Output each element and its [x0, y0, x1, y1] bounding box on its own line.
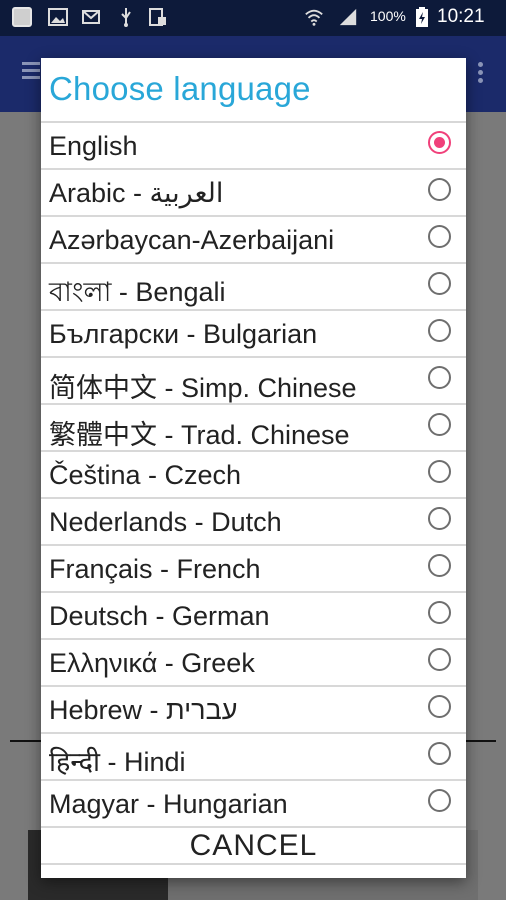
radio-unselected-icon[interactable]	[428, 695, 451, 718]
language-option[interactable]: Čeština - Czech	[41, 452, 466, 499]
radio-unselected-icon[interactable]	[428, 742, 451, 765]
radio-unselected-icon[interactable]	[428, 178, 451, 201]
language-option[interactable]: 简体中文 - Simp. Chinese	[41, 358, 466, 405]
language-list[interactable]: English Arabic - العربية Azərbaycan-Azerba…	[41, 123, 466, 863]
menu-icon[interactable]	[22, 62, 40, 79]
language-option[interactable]: Azərbaycan-Azerbaijani	[41, 217, 466, 264]
language-option[interactable]: Arabic - العربية	[41, 170, 466, 217]
language-option[interactable]: Deutsch - German	[41, 593, 466, 640]
language-option[interactable]: Nederlands - Dutch	[41, 499, 466, 546]
language-option[interactable]: বাংলা - Bengali	[41, 264, 466, 311]
language-label: Čeština - Czech	[49, 460, 242, 490]
language-label: Nederlands - Dutch	[49, 507, 282, 537]
radio-unselected-icon[interactable]	[428, 601, 451, 624]
radio-unselected-icon[interactable]	[428, 460, 451, 483]
radio-unselected-icon[interactable]	[428, 272, 451, 295]
language-label: English	[49, 131, 138, 161]
status-bar: 100% 10:21	[0, 0, 506, 36]
language-label: 简体中文 - Simp. Chinese	[49, 373, 357, 403]
battery-percentage: 100%	[370, 8, 406, 24]
signal-icon	[338, 7, 358, 27]
radio-unselected-icon[interactable]	[428, 366, 451, 389]
mail-icon	[82, 7, 102, 27]
radio-unselected-icon[interactable]	[428, 413, 451, 436]
radio-unselected-icon[interactable]	[428, 225, 451, 248]
language-label: हिन्दी - Hindi	[49, 747, 186, 777]
battery-icon	[412, 7, 432, 27]
overflow-menu-icon[interactable]	[478, 62, 484, 86]
radio-unselected-icon[interactable]	[428, 507, 451, 530]
radio-unselected-icon[interactable]	[428, 648, 451, 671]
language-label: Français - French	[49, 554, 261, 584]
wifi-icon	[304, 7, 324, 27]
language-label: Ελληνικά - Greek	[49, 648, 255, 678]
radio-selected-icon[interactable]	[428, 131, 451, 154]
language-option[interactable]: Български - Bulgarian	[41, 311, 466, 358]
language-label: Hebrew - עברית	[49, 695, 238, 725]
language-label: Български - Bulgarian	[49, 319, 318, 349]
radio-unselected-icon[interactable]	[428, 554, 451, 577]
language-label: Azərbaycan-Azerbaijani	[49, 225, 335, 255]
radio-unselected-icon[interactable]	[428, 789, 451, 812]
language-label: Deutsch - German	[49, 601, 270, 631]
language-option[interactable]: Ελληνικά - Greek	[41, 640, 466, 687]
app-icon	[12, 7, 32, 27]
language-option[interactable]: हिन्दी - Hindi	[41, 734, 466, 781]
language-option[interactable]: Français - French	[41, 546, 466, 593]
dialog-title: Choose language	[49, 70, 311, 107]
language-label: 繁體中文 - Trad. Chinese	[49, 420, 350, 450]
radio-unselected-icon[interactable]	[428, 319, 451, 342]
clock: 10:21	[437, 6, 485, 27]
language-label: Arabic - العربية	[49, 178, 224, 208]
usb-icon	[116, 7, 136, 27]
image-icon	[48, 7, 68, 27]
language-option[interactable]: Hebrew - עברית	[41, 687, 466, 734]
language-option[interactable]: English	[41, 123, 466, 170]
choose-language-dialog: Choose language English Arabic - العربية A…	[41, 58, 466, 878]
cancel-button[interactable]: CANCEL	[41, 815, 466, 877]
clipboard-icon	[148, 7, 168, 27]
language-option[interactable]: 繁體中文 - Trad. Chinese	[41, 405, 466, 452]
